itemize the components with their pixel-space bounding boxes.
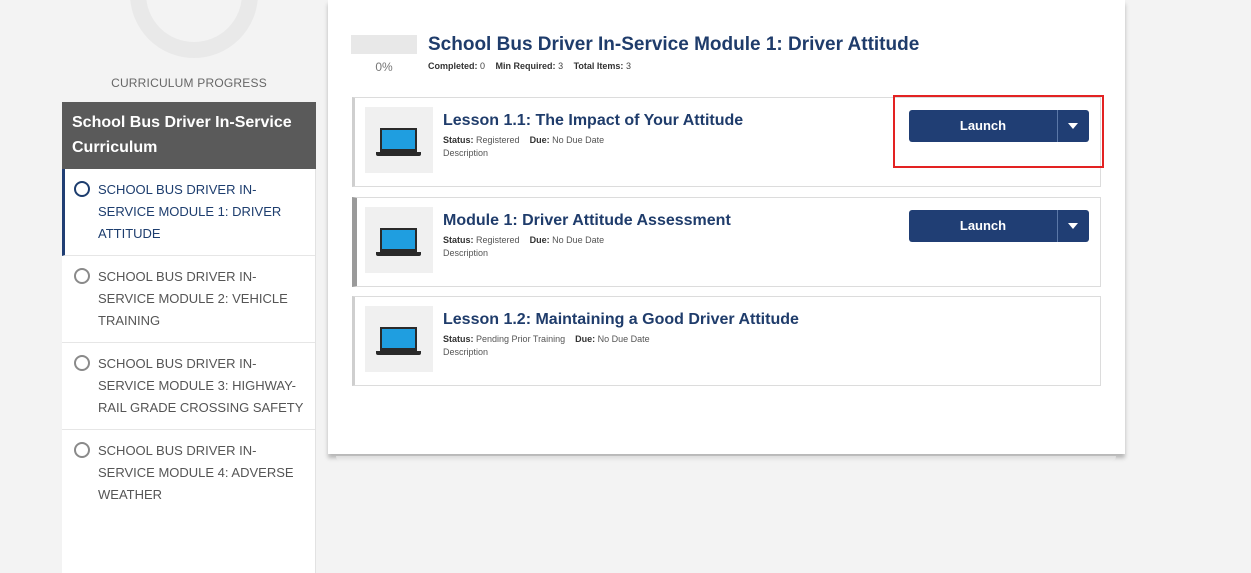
circle-icon bbox=[74, 268, 90, 284]
due-label: Due: bbox=[529, 235, 550, 245]
completed-value: 0 bbox=[480, 61, 486, 71]
circle-icon bbox=[74, 181, 90, 197]
lesson-description[interactable]: Description bbox=[443, 347, 488, 357]
total-items-value: 3 bbox=[625, 61, 631, 71]
lesson-status: Status: Registered Due: No Due Date bbox=[443, 135, 604, 145]
lesson-title[interactable]: Lesson 1.1: The Impact of Your Attitude bbox=[443, 112, 743, 130]
laptop-icon bbox=[365, 107, 433, 173]
lesson-status: Status: Registered Due: No Due Date bbox=[443, 235, 604, 245]
status-label: Status: bbox=[443, 235, 474, 245]
launch-button[interactable]: Launch bbox=[909, 210, 1089, 242]
status-label: Status: bbox=[443, 334, 474, 344]
highlight-box bbox=[893, 95, 1104, 168]
module-item-label: SCHOOL BUS DRIVER IN-SERVICE MODULE 3: H… bbox=[98, 356, 304, 415]
module-item-1[interactable]: SCHOOL BUS DRIVER IN-SERVICE MODULE 1: D… bbox=[62, 169, 315, 256]
due-label: Due: bbox=[575, 334, 596, 344]
module-title: School Bus Driver In-Service Module 1: D… bbox=[428, 34, 920, 55]
module-item-label: SCHOOL BUS DRIVER IN-SERVICE MODULE 2: V… bbox=[98, 269, 288, 328]
lesson-description[interactable]: Description bbox=[443, 248, 488, 258]
due-value: No Due Date bbox=[552, 235, 605, 245]
lesson-description[interactable]: Description bbox=[443, 148, 488, 158]
min-required-label: Min Required: bbox=[495, 61, 556, 71]
total-items-label: Total Items: bbox=[573, 61, 624, 71]
status-label: Status: bbox=[443, 135, 474, 145]
laptop-icon bbox=[365, 306, 433, 372]
curriculum-sidebar: 0% CURRICULUM PROGRESS School Bus Driver… bbox=[62, 0, 316, 573]
module-item-4[interactable]: SCHOOL BUS DRIVER IN-SERVICE MODULE 4: A… bbox=[62, 430, 315, 516]
due-value: No Due Date bbox=[597, 334, 650, 344]
card-shadow bbox=[336, 456, 1116, 462]
module-item-label: SCHOOL BUS DRIVER IN-SERVICE MODULE 4: A… bbox=[98, 443, 294, 502]
circle-icon bbox=[74, 442, 90, 458]
min-required-value: 3 bbox=[558, 61, 564, 71]
curriculum-progress-label: CURRICULUM PROGRESS bbox=[111, 76, 267, 90]
laptop-icon bbox=[365, 207, 433, 273]
completed-label: Completed: bbox=[428, 61, 478, 71]
circle-icon bbox=[74, 355, 90, 371]
module-item-label: SCHOOL BUS DRIVER IN-SERVICE MODULE 1: D… bbox=[98, 182, 282, 241]
module-meta: Completed: 0 Min Required: 3 Total Items… bbox=[428, 61, 631, 71]
due-value: No Due Date bbox=[552, 135, 605, 145]
lesson-title[interactable]: Lesson 1.2: Maintaining a Good Driver At… bbox=[443, 311, 799, 329]
curriculum-title: School Bus Driver In-Service Curriculum bbox=[62, 102, 316, 169]
module-list: SCHOOL BUS DRIVER IN-SERVICE MODULE 1: D… bbox=[62, 169, 316, 573]
lesson-title[interactable]: Module 1: Driver Attitude Assessment bbox=[443, 212, 731, 230]
module-progress-percent: 0% bbox=[375, 60, 393, 74]
lesson-item-3: Lesson 1.2: Maintaining a Good Driver At… bbox=[352, 296, 1101, 386]
module-progress-bar bbox=[351, 35, 417, 54]
module-item-3[interactable]: SCHOOL BUS DRIVER IN-SERVICE MODULE 3: H… bbox=[62, 343, 315, 430]
module-item-2[interactable]: SCHOOL BUS DRIVER IN-SERVICE MODULE 2: V… bbox=[62, 256, 315, 343]
status-value: Registered bbox=[476, 235, 520, 245]
progress-donut: 0% bbox=[130, 0, 258, 58]
status-value: Registered bbox=[476, 135, 520, 145]
launch-button-label: Launch bbox=[959, 218, 1007, 233]
due-label: Due: bbox=[529, 135, 550, 145]
button-divider bbox=[1057, 210, 1058, 242]
chevron-down-icon[interactable] bbox=[1068, 223, 1078, 229]
status-value: Pending Prior Training bbox=[476, 334, 566, 344]
lesson-status: Status: Pending Prior Training Due: No D… bbox=[443, 334, 650, 344]
